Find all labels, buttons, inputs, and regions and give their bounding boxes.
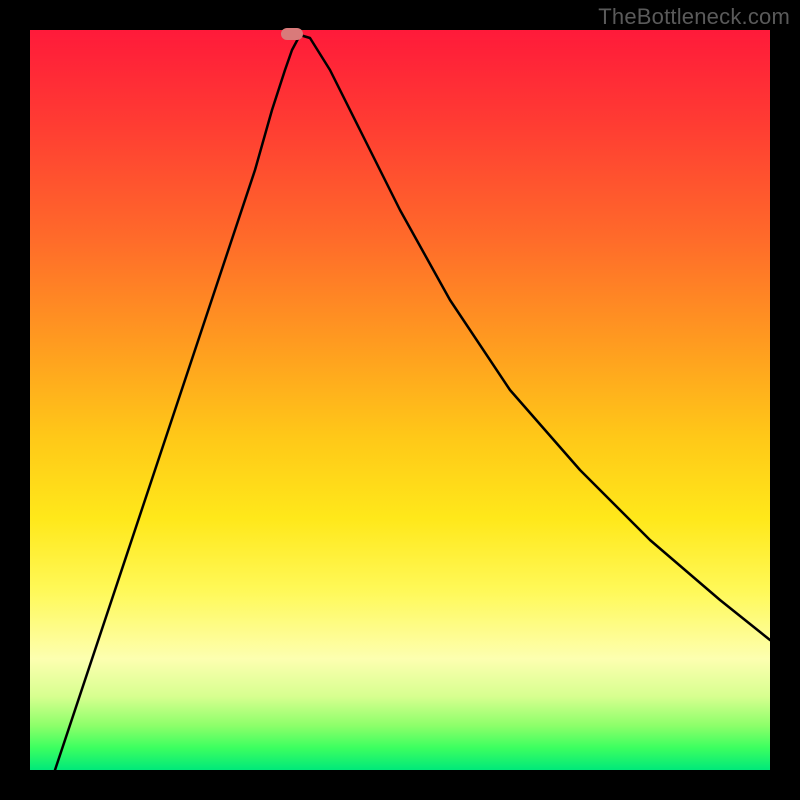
chart-frame: TheBottleneck.com — [0, 0, 800, 800]
watermark-text: TheBottleneck.com — [598, 4, 790, 30]
plot-area — [30, 30, 770, 770]
bottleneck-curve — [30, 30, 770, 770]
optimal-point-marker — [281, 28, 303, 40]
